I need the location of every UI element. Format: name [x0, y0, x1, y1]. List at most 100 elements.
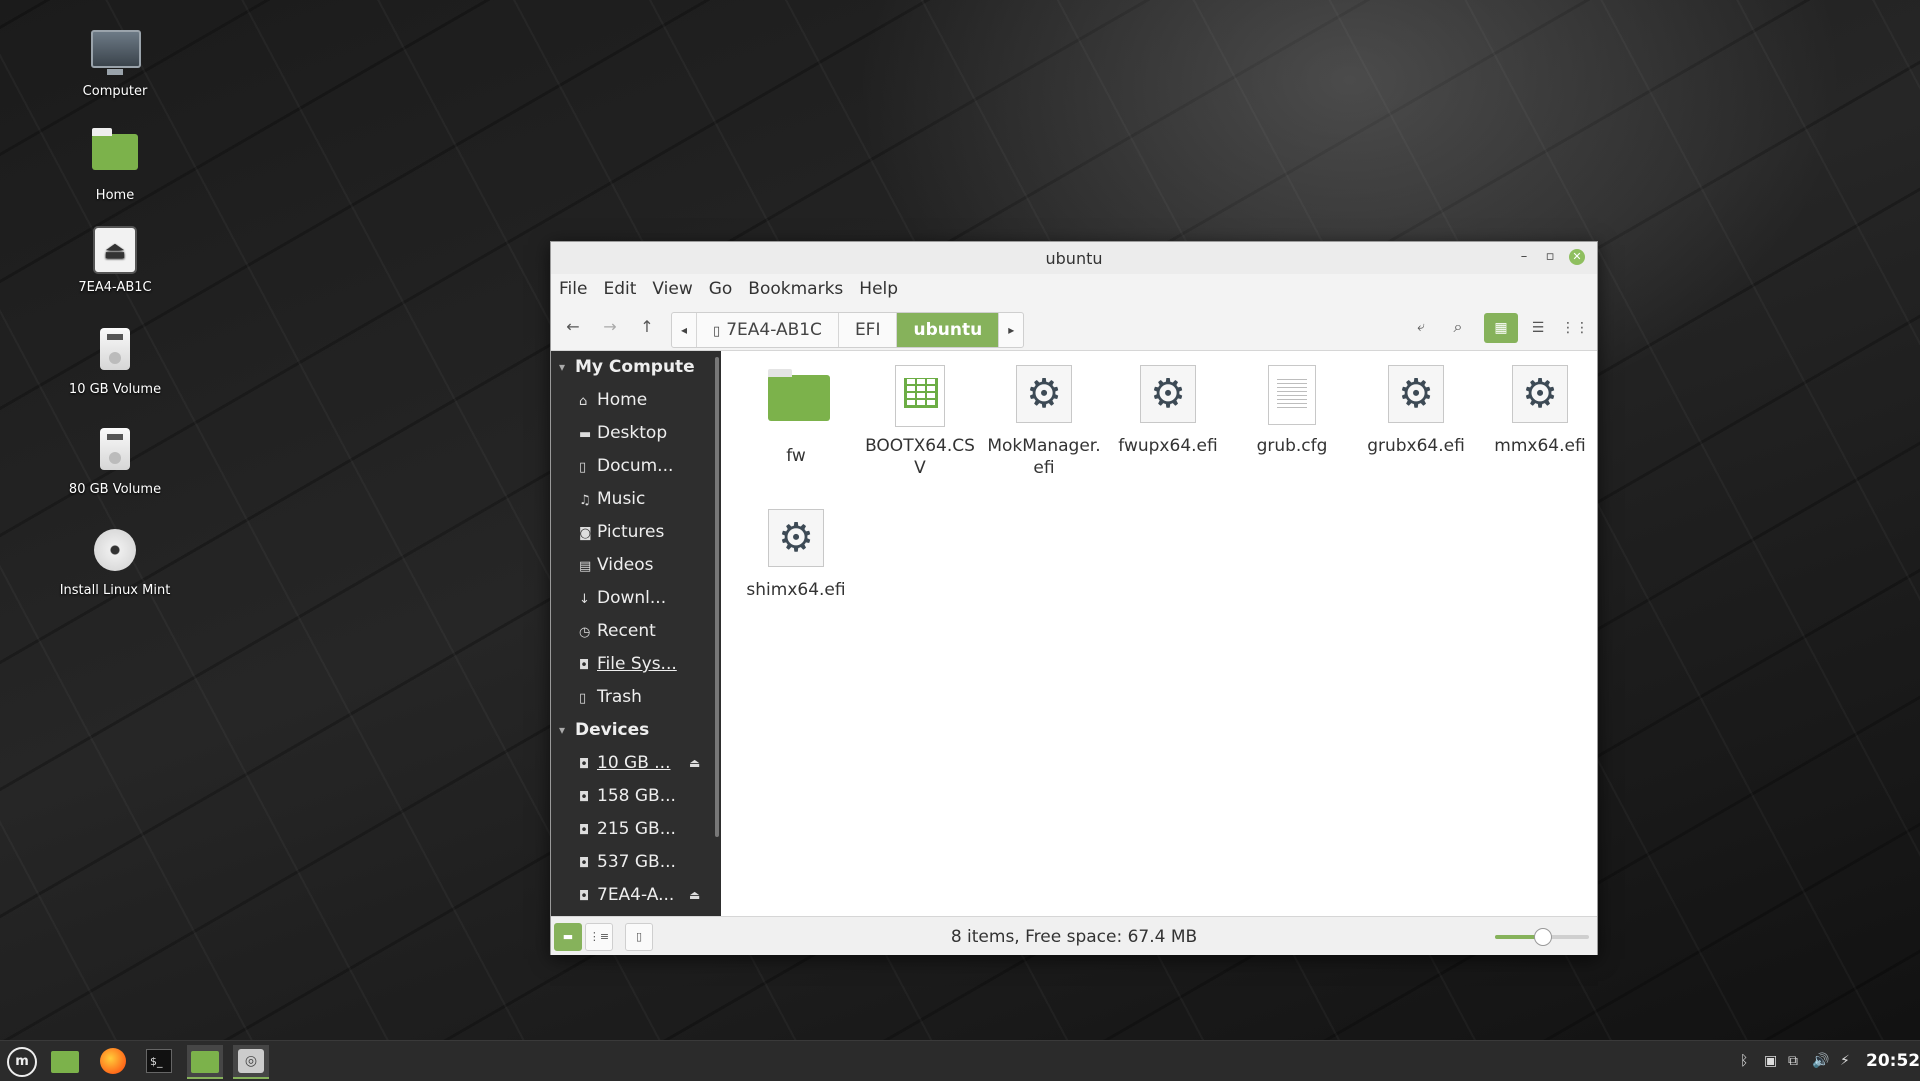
toggle-location-button[interactable]: ⤶ — [1406, 313, 1436, 341]
sidebar-item-music[interactable]: ♫ Music — [551, 483, 721, 516]
taskbar-disk-app[interactable]: ◎ — [233, 1045, 269, 1079]
sidebar-item-7ea4[interactable]: ◘ 7EA4-A... ⏏ — [551, 879, 721, 912]
removable-drive-icon[interactable]: ▣ — [1764, 1041, 1777, 1081]
network-icon[interactable]: ⧉ — [1788, 1041, 1798, 1081]
forward-button[interactable]: → — [595, 313, 625, 341]
hard-drive-icon — [91, 428, 139, 476]
folder-icon — [191, 1051, 219, 1073]
icon-view-button[interactable]: ▦ — [1484, 313, 1518, 343]
list-view-icon: ☰ — [1531, 320, 1545, 336]
sidebar-item-file-system[interactable]: ◘ File Sys... — [551, 648, 721, 681]
sidebar-item-trash[interactable]: ▯ Trash — [551, 681, 721, 714]
sidebar-item-label: 7EA4-A... — [597, 885, 675, 905]
sidebar-item-158gb[interactable]: ◘ 158 GB... — [551, 780, 721, 813]
up-button[interactable]: ↑ — [632, 313, 662, 341]
start-menu-button[interactable]: m — [4, 1045, 40, 1077]
power-icon[interactable]: ⚡ — [1840, 1041, 1850, 1081]
taskbar-terminal[interactable]: $_ — [141, 1045, 177, 1077]
sidebar-item-label: Docum... — [597, 456, 674, 476]
eject-icon[interactable]: ⏏ — [689, 879, 700, 912]
file-item-grub-cfg[interactable]: grub.cfg — [1233, 365, 1351, 457]
breadcrumb-scroll-left[interactable]: ◂ — [672, 313, 698, 347]
window-title: ubuntu — [1045, 249, 1103, 268]
desktop-icon-install-linux-mint[interactable]: Install Linux Mint — [50, 526, 180, 598]
desktop-icon-home[interactable]: Home — [50, 126, 180, 203]
minimize-button[interactable]: – — [1515, 248, 1533, 266]
sidebar-section-my-computer[interactable]: My Compute — [551, 351, 721, 384]
file-item-fw[interactable]: fw — [737, 365, 855, 467]
search-button[interactable]: ⌕ — [1443, 313, 1473, 341]
desktop-icon-80gb-volume[interactable]: 80 GB Volume — [50, 426, 180, 497]
grid-view-icon: ▦ — [1494, 320, 1508, 336]
menu-go[interactable]: Go — [709, 279, 733, 299]
menu-edit[interactable]: Edit — [603, 279, 636, 299]
zoom-slider-handle[interactable] — [1534, 928, 1552, 946]
breadcrumb-scroll-right[interactable]: ▸ — [999, 313, 1023, 347]
drive-icon: ◘ — [579, 823, 590, 838]
sidebar-item-downloads[interactable]: ↓ Downl... — [551, 582, 721, 615]
file-item-mmx64-efi[interactable]: ⚙ mmx64.efi — [1481, 365, 1599, 457]
sidebar-item-537gb[interactable]: ◘ 537 GB... — [551, 846, 721, 879]
desktop-icon-drive-7ea4[interactable]: ⏏ 7EA4-AB1C — [50, 226, 180, 295]
clock[interactable]: 20:52 — [1866, 1041, 1920, 1081]
list-view-button[interactable]: ☰ — [1521, 313, 1555, 343]
bluetooth-icon[interactable]: ᛒ — [1740, 1041, 1748, 1081]
window-titlebar[interactable]: ubuntu – ▫ ✕ — [551, 242, 1597, 274]
file-item-shimx64-efi[interactable]: ⚙ shimx64.efi — [737, 509, 855, 601]
sidebar-item-recent[interactable]: ◷ Recent — [551, 615, 721, 648]
breadcrumb-ubuntu[interactable]: ubuntu — [897, 313, 1000, 347]
desktop-icon: ▬ — [579, 427, 592, 442]
sidebar-section-devices[interactable]: Devices — [551, 714, 721, 747]
sidebar-item-videos[interactable]: ▤ Videos — [551, 549, 721, 582]
breadcrumb-7ea4[interactable]: ▯ 7EA4-AB1C — [697, 313, 839, 347]
clock-icon: ◷ — [579, 625, 591, 640]
menu-bar: File Edit View Go Bookmarks Help — [551, 274, 1597, 304]
taskbar-file-manager[interactable] — [187, 1045, 223, 1079]
menu-view[interactable]: View — [652, 279, 692, 299]
menu-file[interactable]: File — [559, 279, 587, 299]
back-button[interactable]: ← — [558, 313, 588, 341]
drive-icon: ◘ — [579, 790, 590, 805]
compact-view-button[interactable]: ⋮⋮ — [1558, 313, 1592, 343]
text-file-icon — [1264, 365, 1320, 425]
eject-icon[interactable]: ⏏ — [689, 747, 700, 780]
volume-icon[interactable]: 🔊 — [1812, 1041, 1829, 1081]
file-name: MokManager.efi — [987, 436, 1101, 478]
back-arrow-icon: ← — [566, 317, 580, 336]
search-icon: ⌕ — [1453, 317, 1463, 336]
file-item-grubx64-efi[interactable]: ⚙ grubx64.efi — [1357, 365, 1475, 457]
sidebar-item-documents[interactable]: ▯ Docum... — [551, 450, 721, 483]
sidebar-item-pictures[interactable]: ◙ Pictures — [551, 516, 721, 549]
breadcrumb-efi[interactable]: EFI — [839, 313, 898, 347]
sidebar-item-label: Trash — [597, 687, 642, 707]
sidebar-item-10gb[interactable]: ◘ 10 GB ... ⏏ — [551, 747, 721, 780]
sidebar-item-label: 10 GB ... — [597, 753, 671, 773]
desktop-icon-label: Computer — [82, 84, 148, 99]
places-sidebar: My Compute ⌂ Home ▬ Desktop ▯ Docum... ♫ Mus… — [551, 351, 721, 916]
spreadsheet-icon — [892, 365, 948, 427]
file-view[interactable]: fw BOOTX64.CSV ⚙ MokManager.efi ⚙ fwupx6… — [721, 351, 1597, 916]
file-item-mokmanager-efi[interactable]: ⚙ MokManager.efi — [985, 365, 1103, 479]
desktop-icon-computer[interactable]: Computer — [50, 26, 180, 99]
zoom-slider[interactable] — [1495, 928, 1589, 946]
optical-disc-icon — [91, 529, 139, 577]
sidebar-item-215gb[interactable]: ◘ 215 GB... — [551, 813, 721, 846]
taskbar-show-desktop[interactable] — [47, 1045, 83, 1077]
desktop-icon-10gb-volume[interactable]: 10 GB Volume — [50, 326, 180, 397]
file-item-bootx64-csv[interactable]: BOOTX64.CSV — [861, 365, 979, 479]
home-folder-icon — [91, 128, 139, 182]
sidebar-item-label: 215 GB... — [597, 819, 676, 839]
menu-bookmarks[interactable]: Bookmarks — [748, 279, 843, 299]
trash-icon: ▯ — [579, 691, 587, 706]
file-item-fwupx64-efi[interactable]: ⚙ fwupx64.efi — [1109, 365, 1227, 457]
sidebar-item-label: Home — [597, 390, 648, 410]
menu-help[interactable]: Help — [859, 279, 898, 299]
desktop-icon-label: Install Linux Mint — [59, 583, 171, 598]
drive-icon: ◘ — [579, 757, 590, 772]
sidebar-item-home[interactable]: ⌂ Home — [551, 384, 721, 417]
taskbar-firefox[interactable] — [95, 1045, 131, 1077]
gear-icon: ⚙ — [1512, 365, 1568, 425]
close-button[interactable]: ✕ — [1569, 249, 1585, 265]
sidebar-item-desktop[interactable]: ▬ Desktop — [551, 417, 721, 450]
maximize-button[interactable]: ▫ — [1541, 248, 1559, 266]
